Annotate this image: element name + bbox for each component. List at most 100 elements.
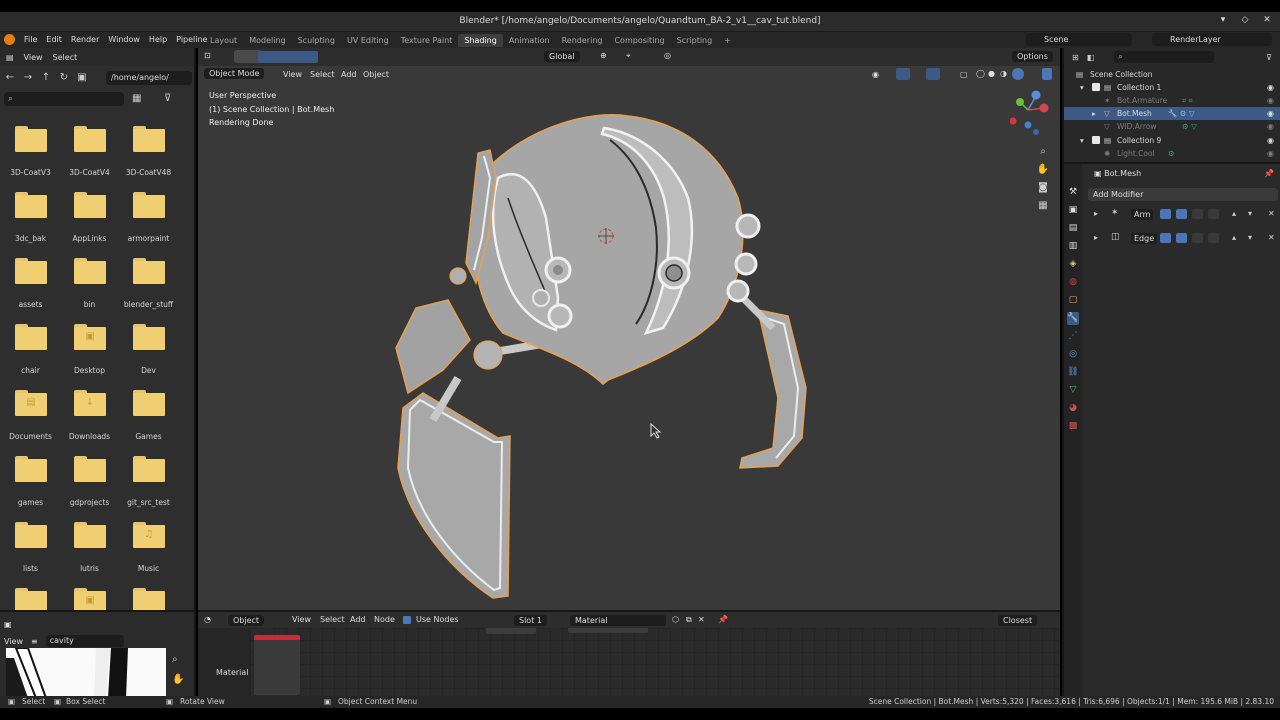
viewport-toggle-icon[interactable] bbox=[1176, 233, 1187, 243]
modifier-edge[interactable]: ▸ ◫ Edge ▴ ▾ ✕ bbox=[1084, 230, 1280, 246]
folder-item[interactable]: lutris bbox=[60, 522, 119, 573]
modifier-name-field[interactable]: Arm bbox=[1131, 209, 1154, 220]
filter-icon[interactable]: ⊽ bbox=[164, 93, 171, 104]
tab-rendering[interactable]: Rendering bbox=[556, 34, 609, 47]
cage-toggle-icon[interactable] bbox=[1208, 209, 1219, 219]
shader-menu-add[interactable]: Add bbox=[350, 615, 366, 624]
path-field[interactable]: /home/angelo/ bbox=[106, 71, 192, 85]
node-box[interactable] bbox=[568, 628, 648, 633]
modifier-name-field[interactable]: Edge bbox=[1131, 233, 1158, 244]
menu-render[interactable]: Render bbox=[71, 35, 99, 44]
pin-icon[interactable]: 📌 bbox=[1264, 169, 1274, 178]
image-editor-type-icon[interactable]: ▣ bbox=[4, 620, 12, 629]
grid-ortho-icon[interactable]: ▦ bbox=[1038, 200, 1047, 211]
forward-icon[interactable]: → bbox=[22, 72, 34, 84]
expand-icon[interactable]: ▸ bbox=[1092, 107, 1096, 120]
expand-icon[interactable]: ▾ bbox=[1080, 134, 1084, 147]
tab-modeling[interactable]: Modeling bbox=[243, 34, 291, 47]
refresh-icon[interactable]: ↻ bbox=[58, 72, 70, 84]
tab-shading[interactable]: Shading bbox=[458, 34, 503, 47]
menu-window[interactable]: Window bbox=[108, 35, 140, 44]
edit-mode-toggle-icon[interactable] bbox=[1160, 209, 1171, 219]
output-tab-icon[interactable]: ▤ bbox=[1067, 222, 1079, 235]
physics-tab-icon[interactable]: ◎ bbox=[1067, 348, 1079, 361]
parent-dir-icon[interactable]: ↑ bbox=[40, 72, 52, 84]
visibility-eye-icon[interactable]: ◉ bbox=[1267, 94, 1274, 107]
world-tab-icon[interactable]: ◍ bbox=[1067, 276, 1079, 289]
unlink-material-icon[interactable]: ✕ bbox=[698, 615, 705, 624]
visibility-eye-icon[interactable]: ◉ bbox=[1267, 134, 1274, 147]
folder-item[interactable]: assets bbox=[1, 258, 60, 309]
minimize-icon[interactable]: ▾ bbox=[1218, 15, 1228, 25]
object-tab-icon[interactable]: ▢ bbox=[1067, 294, 1079, 307]
scene-selector[interactable]: Scene bbox=[1026, 33, 1132, 46]
folder-item[interactable]: Games bbox=[119, 390, 178, 441]
move-down-icon[interactable]: ▾ bbox=[1248, 209, 1252, 218]
folder-item[interactable]: armorpaint bbox=[119, 192, 178, 243]
close-icon[interactable]: ✕ bbox=[1262, 15, 1272, 25]
outliner-row-wid-arrow[interactable]: ▽ WID.Arrow ⚙ ▽ ◉ bbox=[1064, 120, 1280, 133]
shader-menu-view[interactable]: View bbox=[292, 615, 311, 624]
expand-icon[interactable]: ▸ bbox=[1094, 233, 1098, 242]
menu-edit[interactable]: Edit bbox=[46, 35, 62, 44]
fb-menu-view[interactable]: View bbox=[24, 53, 43, 62]
folder-item[interactable]: games bbox=[1, 456, 60, 507]
camera-icon[interactable]: ◙ bbox=[1038, 182, 1048, 193]
folder-item[interactable]: 3D-CoatV4 bbox=[60, 126, 119, 177]
move-up-icon[interactable]: ▴ bbox=[1232, 209, 1236, 218]
outliner-search-input[interactable]: ⌕ bbox=[1114, 51, 1215, 63]
folder-item[interactable]: blender_stuff bbox=[119, 258, 178, 309]
tab-scripting[interactable]: Scripting bbox=[671, 34, 719, 47]
visibility-eye-icon[interactable]: ◉ bbox=[1267, 81, 1274, 94]
render-toggle-icon[interactable] bbox=[1192, 209, 1203, 219]
folder-item[interactable]: ♫ Music bbox=[119, 522, 178, 573]
viewport-toggle-icon[interactable] bbox=[1176, 209, 1187, 219]
visibility-eye-icon[interactable]: ◉ bbox=[1267, 120, 1274, 133]
3d-viewport[interactable]: ⊡ Object Mode View Select Add Object Glo… bbox=[198, 48, 1060, 610]
outliner-row-light-cool[interactable]: ✺ Light.Cool ⚙ ◉ bbox=[1064, 147, 1280, 160]
outliner-row-bot-armature[interactable]: ✶ Bot.Armature ⌗ ⌗ ◉ bbox=[1064, 94, 1280, 107]
shader-object-selector[interactable]: Object bbox=[228, 615, 265, 626]
shader-menu-node[interactable]: Node bbox=[374, 615, 395, 624]
view-layer-tab-icon[interactable]: ▥ bbox=[1067, 240, 1079, 253]
image-view-menu[interactable]: View bbox=[4, 637, 23, 646]
duplicate-material-icon[interactable]: ⧉ bbox=[686, 615, 692, 625]
navigation-gizmo[interactable] bbox=[1009, 88, 1050, 138]
slot-selector[interactable]: Slot 1 bbox=[514, 615, 547, 626]
material-tab-icon[interactable]: ◕ bbox=[1067, 402, 1079, 415]
folder-item[interactable] bbox=[119, 588, 178, 610]
zoom-icon[interactable]: ⌕ bbox=[172, 654, 178, 665]
blender-logo-icon[interactable] bbox=[4, 34, 15, 45]
add-workspace-icon[interactable]: + bbox=[718, 34, 737, 47]
folder-item[interactable]: ▤ Documents bbox=[1, 390, 60, 441]
folder-item[interactable]: 3D-CoatV48 bbox=[119, 126, 178, 177]
visibility-eye-icon[interactable]: ◉ bbox=[1267, 147, 1274, 160]
remove-modifier-icon[interactable]: ✕ bbox=[1268, 209, 1275, 218]
outliner-editor-type-icon[interactable]: ⊞ bbox=[1072, 53, 1079, 62]
display-mode-icon[interactable]: ◧ bbox=[1087, 53, 1095, 62]
shader-editor-type-icon[interactable]: ◔ bbox=[204, 615, 211, 624]
data-tab-icon[interactable]: ▽ bbox=[1067, 384, 1079, 397]
render-tab-icon[interactable]: ▣ bbox=[1067, 204, 1079, 217]
modifier-arm[interactable]: ▸ ✶ Arm ▴ ▾ ✕ bbox=[1084, 206, 1280, 222]
tab-animation[interactable]: Animation bbox=[503, 34, 556, 47]
tab-layout[interactable]: Layout bbox=[204, 34, 243, 47]
geometry-node[interactable] bbox=[254, 635, 300, 695]
outliner-row-scene-collection[interactable]: ▤ Scene Collection bbox=[1064, 68, 1280, 81]
expand-icon[interactable]: ▾ bbox=[1080, 81, 1084, 94]
node-canvas[interactable] bbox=[250, 628, 1060, 696]
shader-menu-select[interactable]: Select bbox=[320, 615, 345, 624]
tab-compositing[interactable]: Compositing bbox=[608, 34, 670, 47]
bot-mesh-render[interactable] bbox=[198, 48, 1060, 610]
mesh-data-icon[interactable]: ⚙ ▽ bbox=[1182, 120, 1197, 133]
folder-item[interactable]: git_src_test bbox=[119, 456, 178, 507]
light-data-icon[interactable]: ⚙ bbox=[1168, 147, 1175, 160]
fake-user-icon[interactable]: ⬡ bbox=[672, 615, 679, 624]
add-modifier-button[interactable]: Add Modifier bbox=[1088, 188, 1278, 201]
folder-item[interactable]: ▣ Desktop bbox=[60, 324, 119, 375]
folder-item[interactable]: AppLinks bbox=[60, 192, 119, 243]
tab-texture-paint[interactable]: Texture Paint bbox=[395, 34, 459, 47]
particles-tab-icon[interactable]: ⋰ bbox=[1067, 330, 1079, 343]
scene-tab-icon[interactable]: ◈ bbox=[1067, 258, 1079, 271]
folder-item[interactable]: ▣ bbox=[60, 588, 119, 610]
